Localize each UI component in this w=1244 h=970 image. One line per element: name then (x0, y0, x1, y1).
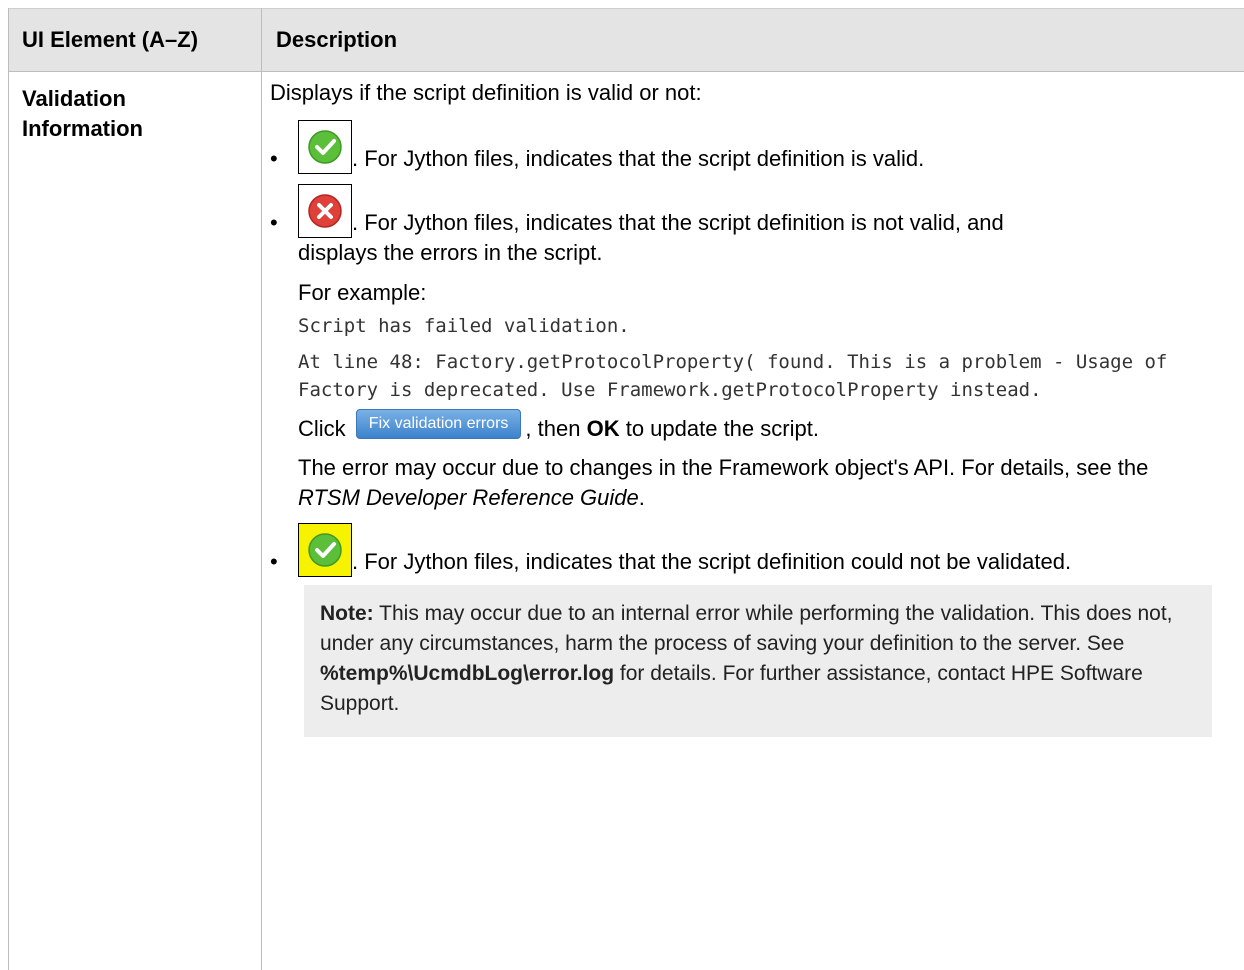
click-instruction: Click Fix validation errors, then OK to … (298, 409, 1220, 445)
valid-check-icon (298, 120, 352, 174)
note-text-1: This may occur due to an internal error … (320, 602, 1173, 656)
click-suffix: to update the script. (625, 416, 819, 441)
header-col-description: Description (276, 27, 398, 52)
api-note: The error may occur due to changes in th… (298, 453, 1198, 513)
unvalidated-item-text: . For Jython files, indicates that the s… (352, 549, 1072, 575)
list-item: . For Jython files, indicates that the s… (270, 184, 1220, 238)
table-border-left (8, 8, 9, 970)
api-end: . (638, 485, 645, 511)
intro-text: Displays if the script definition is val… (270, 80, 702, 105)
status-list: . For Jython files, indicates that the s… (270, 120, 1220, 238)
note-box: Note: This may occur due to an internal … (304, 585, 1212, 738)
invalid-x-icon (298, 184, 352, 238)
code-line-2: At line 48: Factory.getProtocolProperty(… (298, 351, 1168, 401)
code-line-1: Script has failed validation. (298, 315, 630, 337)
click-prefix: Click (298, 416, 346, 441)
table-header: UI Element (A–Z) Description (8, 8, 1244, 72)
valid-item-text: . For Jython files, indicates that the s… (352, 146, 925, 171)
click-mid: , then (525, 416, 581, 441)
column-divider (261, 8, 262, 970)
element-name: Validation Information (22, 86, 143, 141)
header-col-ui-element: UI Element (A–Z) (22, 27, 199, 52)
example-label: For example: (298, 280, 427, 305)
invalid-item-text-line2: displays the errors in the script. (298, 240, 603, 265)
note-label: Note: (320, 602, 374, 626)
description-cell: Displays if the script definition is val… (270, 78, 1220, 738)
guide-link[interactable]: RTSM Developer Reference Guide (298, 485, 639, 510)
api-text: The error may occur due to changes in th… (298, 455, 1149, 481)
note-log-path: %temp%\UcmdbLog\error.log (320, 662, 615, 686)
invalid-item-text-line1: . For Jython files, indicates that the s… (352, 210, 1004, 235)
list-item: . For Jython files, indicates that the s… (270, 120, 1220, 174)
fix-validation-errors-button[interactable]: Fix validation errors (355, 409, 522, 440)
list-item: . For Jython files, indicates that the s… (270, 523, 1220, 578)
ok-label: OK (586, 416, 620, 441)
status-list-2: . For Jython files, indicates that the s… (270, 523, 1220, 578)
unvalidated-check-icon (298, 523, 352, 578)
